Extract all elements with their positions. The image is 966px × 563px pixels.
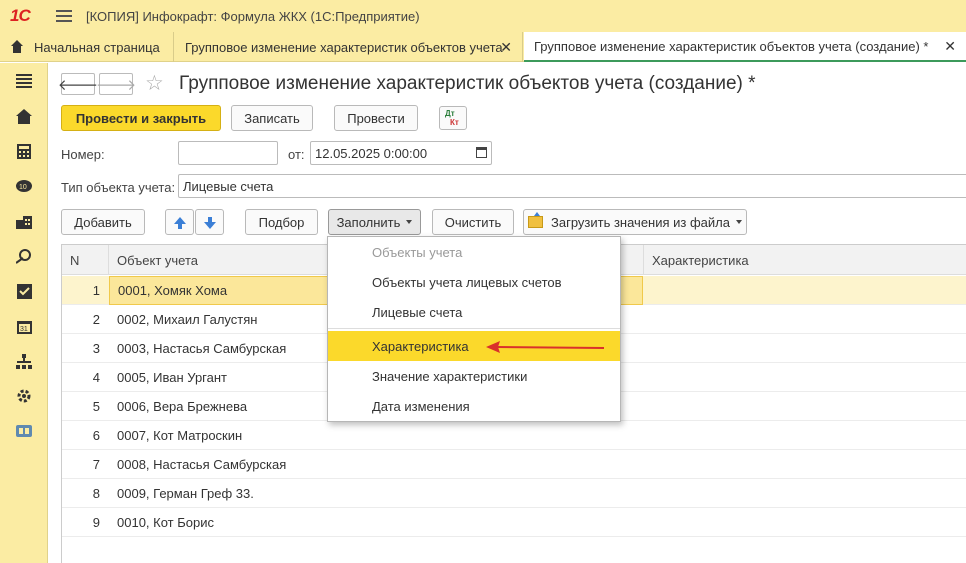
clear-button[interactable]: Очистить <box>432 209 514 235</box>
fill-dropdown-menu: Объекты учета Объекты учета лицевых счет… <box>327 236 621 422</box>
close-icon[interactable]: ✕ <box>500 39 512 56</box>
save-button[interactable]: Записать <box>231 105 313 131</box>
calendar-icon[interactable] <box>476 147 487 158</box>
number-label: Номер: <box>61 147 105 162</box>
date-label: от: <box>288 147 305 162</box>
table-row[interactable]: 7 0008, Настасья Самбурская <box>62 450 966 479</box>
buildings-icon[interactable] <box>16 213 32 229</box>
move-up-button[interactable] <box>165 209 194 235</box>
menu-item-change-date[interactable]: Дата изменения <box>328 391 620 421</box>
table-row[interactable]: 9 0010, Кот Борис <box>62 508 966 537</box>
post-button[interactable]: Провести <box>334 105 418 131</box>
add-button[interactable]: Добавить <box>61 209 145 235</box>
tabs-bar: Начальная страница Групповое изменение х… <box>0 32 966 62</box>
document-form: 🡐 🡒 ☆ Групповое изменение характеристик … <box>49 63 966 563</box>
svg-text:10: 10 <box>19 184 27 191</box>
folder-upload-icon <box>528 212 543 228</box>
tab-home[interactable]: Начальная страница <box>0 32 174 62</box>
load-from-file-button[interactable]: Загрузить значения из файла <box>523 209 747 235</box>
favorite-star-icon[interactable]: ☆ <box>145 71 164 96</box>
menu-icon[interactable] <box>16 73 32 89</box>
fill-button-label: Заполнить <box>336 214 401 230</box>
date-value: 12.05.2025 0:00:00 <box>315 145 428 161</box>
main-menu-icon[interactable] <box>56 10 72 22</box>
object-type-label: Тип объекта учета: <box>61 180 176 195</box>
1c-logo: 1С <box>10 6 31 25</box>
arrow-down-icon <box>203 216 216 229</box>
integration-icon[interactable] <box>16 423 32 439</box>
move-down-button[interactable] <box>195 209 224 235</box>
post-and-close-button[interactable]: Провести и закрыть <box>61 105 221 131</box>
gear-icon[interactable] <box>16 388 32 404</box>
home-icon[interactable] <box>16 108 32 124</box>
meter-icon[interactable]: 10 <box>16 178 32 194</box>
date-field[interactable]: 12.05.2025 0:00:00 <box>310 141 492 165</box>
window-title: [КОПИЯ] Инфокрафт: Формула ЖКХ (1С:Предп… <box>86 8 420 24</box>
chevron-down-icon <box>406 220 413 224</box>
menu-item-accounts[interactable]: Лицевые счета <box>328 297 620 327</box>
pick-button[interactable]: Подбор <box>245 209 318 235</box>
table-row[interactable]: 6 0007, Кот Матроскин <box>62 421 966 450</box>
payment-icon[interactable] <box>16 248 32 264</box>
load-button-label: Загрузить значения из файла <box>551 214 730 230</box>
tab-group-change[interactable]: Групповое изменение характеристик объект… <box>175 32 523 62</box>
number-field[interactable] <box>178 141 278 165</box>
column-header-characteristic[interactable]: Характеристика <box>644 245 966 275</box>
fill-button[interactable]: Заполнить <box>328 209 421 235</box>
forward-button[interactable]: 🡒 <box>96 73 136 95</box>
tab-group-change-create[interactable]: Групповое изменение характеристик объект… <box>524 32 966 62</box>
object-type-field[interactable]: Лицевые счета <box>178 174 966 198</box>
chevron-down-icon <box>736 220 742 224</box>
annotation-arrow-icon <box>486 341 605 353</box>
page-title: Групповое изменение характеристик объект… <box>179 73 756 94</box>
menu-item-account-objects[interactable]: Объекты учета лицевых счетов <box>328 267 620 297</box>
calculator-icon[interactable] <box>16 143 32 159</box>
menu-separator <box>328 328 620 329</box>
table-row[interactable]: 8 0009, Герман Греф 33. <box>62 479 966 508</box>
title-bar: 1С [КОПИЯ] Инфокрафт: Формула ЖКХ (1С:Пр… <box>0 0 966 32</box>
menu-item-objects[interactable]: Объекты учета <box>328 237 620 267</box>
arrow-up-icon <box>173 216 186 229</box>
home-icon <box>10 40 24 54</box>
svg-text:31: 31 <box>20 326 28 333</box>
dt-kt-icon[interactable]: Дт Кт <box>439 106 467 130</box>
structure-icon[interactable] <box>16 353 32 369</box>
tab-label: Групповое изменение характеристик объект… <box>534 38 929 54</box>
checkbox-icon[interactable] <box>16 283 32 299</box>
back-button[interactable]: 🡐 <box>58 73 98 95</box>
sections-sidebar: 10 31 <box>0 63 48 563</box>
close-icon[interactable]: ✕ <box>944 38 956 55</box>
tab-label: Групповое изменение характеристик объект… <box>185 39 503 55</box>
tab-label: Начальная страница <box>34 39 160 55</box>
calendar-icon[interactable]: 31 <box>16 318 32 334</box>
menu-item-characteristic-value[interactable]: Значение характеристики <box>328 361 620 391</box>
column-header-n[interactable]: N <box>62 245 109 275</box>
